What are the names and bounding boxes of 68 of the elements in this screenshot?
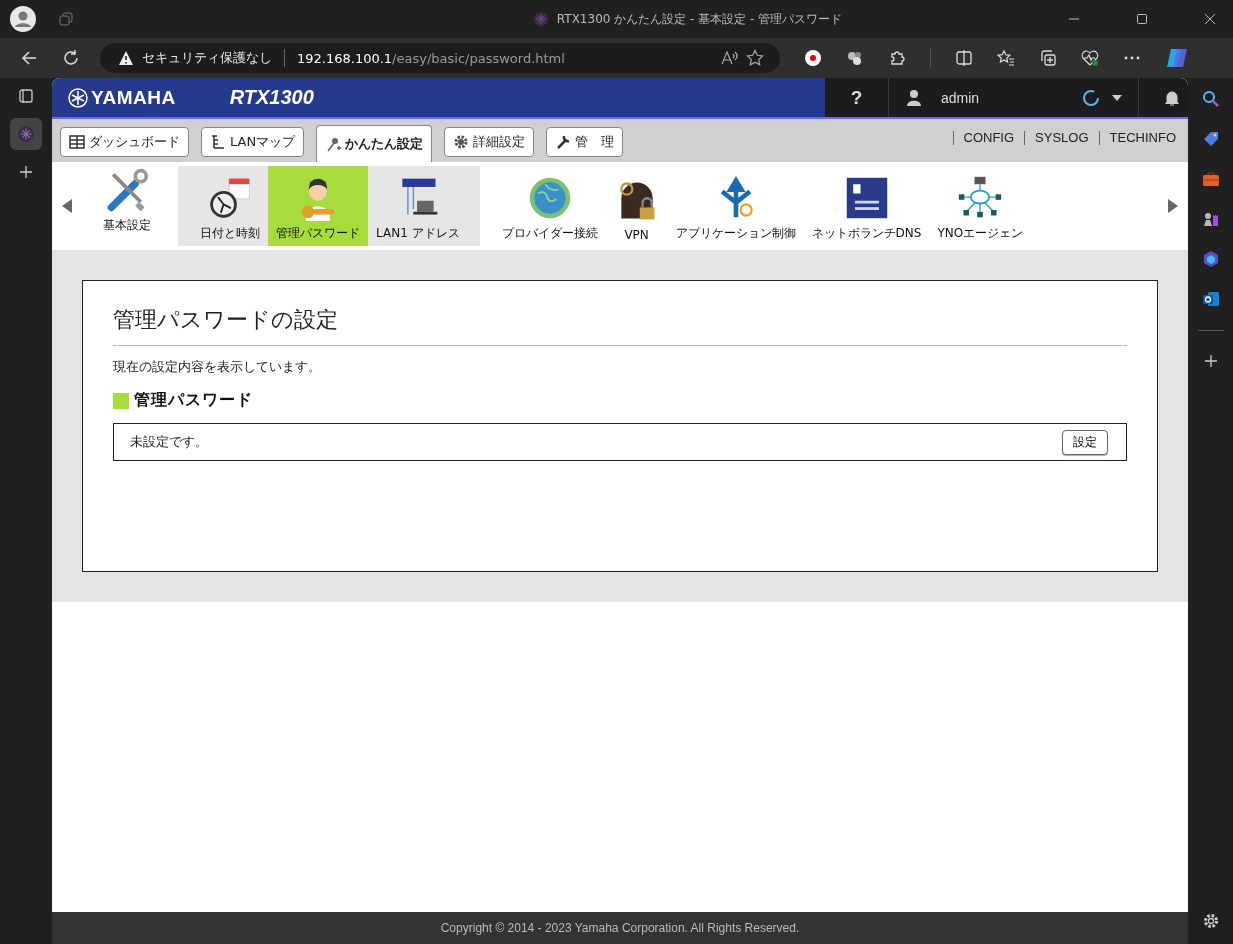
close-icon[interactable]: [1204, 13, 1216, 25]
loading-icon: [1082, 88, 1100, 107]
status-text: 未設定です。: [130, 433, 208, 451]
open-tab[interactable]: [10, 118, 42, 150]
health-icon[interactable]: [1081, 49, 1099, 67]
menu-item[interactable]: 日付と時刻: [178, 166, 268, 246]
description-text: 現在の設定内容を表示しています。: [113, 358, 322, 376]
nav-tab[interactable]: ダッシュボード: [60, 127, 189, 157]
outlook-icon[interactable]: [1201, 290, 1220, 308]
settings-button[interactable]: 設定: [1062, 429, 1108, 455]
window-title: RTX1300 かんたん設定 - 基本設定 - 管理パスワード: [556, 10, 843, 28]
chess-icon[interactable]: [1201, 210, 1220, 228]
scroll-right-icon[interactable]: [1168, 199, 1178, 213]
split-screen-icon[interactable]: [955, 49, 973, 67]
search-icon[interactable]: [1201, 90, 1220, 108]
address-bar[interactable]: セキュリティ保護なし 192.168.100.1/easy/basic/password.html: [100, 43, 780, 73]
user-name: admin: [941, 89, 980, 106]
toolbox-icon[interactable]: [1201, 170, 1220, 188]
help-button[interactable]: ?: [825, 78, 889, 117]
reload-icon[interactable]: [62, 49, 80, 67]
bell-icon[interactable]: [1163, 88, 1181, 107]
header-link[interactable]: SYSLOG: [1035, 130, 1089, 145]
section-marker: [113, 392, 129, 409]
wrench-icon: [555, 134, 572, 150]
extensions-icon[interactable]: [888, 49, 906, 67]
caret-icon[interactable]: [1112, 94, 1122, 101]
clock-calendar-icon: [207, 175, 253, 221]
wand-icon: [325, 136, 342, 152]
star-icon[interactable]: [746, 49, 764, 67]
tools-icon: [104, 167, 150, 213]
menu-item[interactable]: LAN1 アドレス: [368, 166, 480, 246]
url-text: 192.168.100.1/easy/basic/password.html: [297, 50, 565, 66]
maximize-icon[interactable]: [1136, 13, 1148, 25]
tabs-icon[interactable]: [58, 11, 74, 27]
spheres-icon[interactable]: [846, 49, 864, 67]
collections-icon[interactable]: [1039, 49, 1057, 67]
profile-icon[interactable]: [10, 6, 36, 32]
scroll-left-icon[interactable]: [62, 199, 72, 213]
site-icon: [17, 125, 35, 143]
yamaha-logo: YAMAHA: [68, 86, 176, 109]
back-icon[interactable]: [20, 49, 38, 67]
warning-icon: [118, 50, 134, 66]
gear-icon: [453, 134, 470, 150]
nav-tab[interactable]: かんたん設定: [316, 125, 433, 162]
nav-tab[interactable]: 管 理: [546, 127, 624, 157]
tree-icon: [210, 134, 226, 150]
copilot-icon[interactable]: [1165, 46, 1189, 70]
record-icon[interactable]: [804, 49, 822, 67]
site-icon: [532, 11, 549, 27]
model-name: RTX1300: [229, 86, 314, 109]
settings-icon[interactable]: [1201, 912, 1220, 930]
copilot-app-icon[interactable]: [1201, 250, 1220, 268]
header-link[interactable]: TECHINFO: [1109, 130, 1176, 145]
section-title: 管理パスワード: [134, 390, 253, 411]
menu-item[interactable]: 管理パスワード: [268, 166, 368, 246]
header-link[interactable]: CONFIG: [963, 130, 1015, 145]
copyright-text: Copyright © 2014 - 2023 Yamaha Corporation. All Rights Reserved.: [440, 921, 800, 935]
page-title: 管理パスワードの設定: [113, 305, 1127, 346]
add-icon[interactable]: [1202, 353, 1219, 369]
favorites-icon[interactable]: [997, 49, 1015, 67]
read-aloud-icon[interactable]: [720, 49, 738, 67]
security-label: セキュリティ保護なし: [142, 49, 272, 67]
nav-tab[interactable]: LANマップ: [201, 127, 305, 157]
grid-icon: [69, 134, 85, 150]
nav-tab[interactable]: 詳細設定: [444, 127, 535, 157]
new-tab-icon[interactable]: [18, 164, 34, 180]
tab-panel-icon[interactable]: [18, 88, 34, 104]
user-icon: [905, 88, 923, 107]
